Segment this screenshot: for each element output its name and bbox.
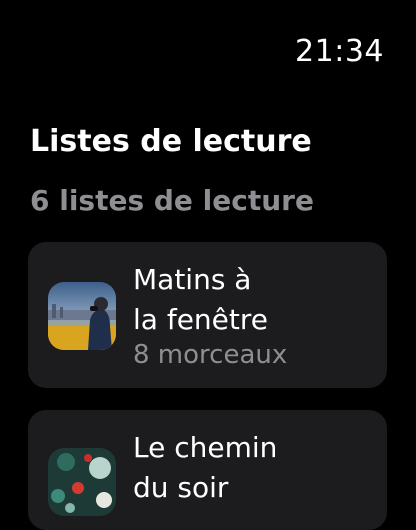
playlist-title-line: du soir <box>133 471 229 504</box>
playlist-title-line: Le chemin <box>133 431 278 464</box>
playlist-artwork <box>48 448 116 516</box>
playlist-card-chemin[interactable]: Le chemin du soir <box>28 410 387 530</box>
playlist-title: Le chemin du soir <box>133 428 373 508</box>
status-time: 21:34 <box>295 34 384 69</box>
playlist-card-matins[interactable]: Matins à la fenêtre 8 morceaux <box>28 242 387 388</box>
playlist-artwork <box>48 282 116 350</box>
playlist-title-line: la fenêtre <box>133 303 268 336</box>
playlist-title-line: Matins à <box>133 263 252 296</box>
playlist-title: Matins à la fenêtre <box>133 260 373 340</box>
playlist-count-label: 6 listes de lecture <box>30 184 314 217</box>
page-title: Listes de lecture <box>30 124 312 159</box>
playlist-track-count: 8 morceaux <box>133 340 288 370</box>
